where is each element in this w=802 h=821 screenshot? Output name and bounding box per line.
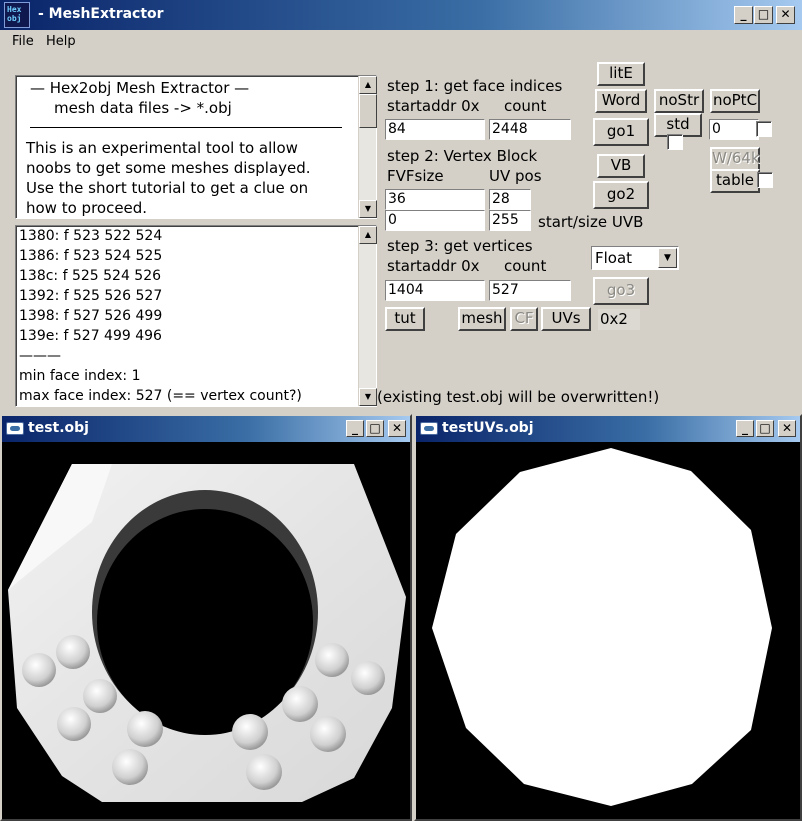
- menu-bar: File Help: [0, 30, 802, 54]
- maximize-button[interactable]: □: [754, 6, 773, 24]
- mesh-viewport[interactable]: [2, 442, 410, 819]
- scroll-up-arrow-icon[interactable]: ▲: [359, 76, 377, 94]
- intro-line: This is an experimental tool to allow: [26, 139, 298, 157]
- word-button[interactable]: Word: [595, 89, 647, 113]
- intro-scrollbar[interactable]: ▲ ▼: [358, 76, 377, 218]
- test-obj-window[interactable]: test.obj _ □ ✕: [0, 414, 412, 821]
- step3-count-label: count: [504, 257, 547, 275]
- log-separator: ———: [19, 348, 61, 364]
- step3-addr-label: startaddr 0x: [387, 257, 480, 275]
- step2-panel: step 2: Vertex Block FVFsize UV pos: [385, 146, 585, 188]
- intro-line: how to proceed.: [26, 199, 148, 217]
- step3-panel: step 3: get vertices startaddr 0x count: [385, 236, 585, 278]
- step1-count-label: count: [504, 97, 547, 115]
- intro-line: Use the short tutorial to get a clue on: [26, 179, 309, 197]
- table-checkbox[interactable]: [757, 172, 773, 188]
- mesh-button[interactable]: mesh: [458, 307, 506, 331]
- uv-polygon: [432, 448, 772, 806]
- window-title: - MeshExtractor: [38, 6, 164, 22]
- scroll-thumb[interactable]: [359, 94, 377, 128]
- log-line: 138c: f 525 524 526: [19, 268, 162, 284]
- app-icon: Hex obj: [4, 2, 30, 28]
- chevron-down-icon[interactable]: ▼: [658, 248, 677, 268]
- w64k-button[interactable]: W/64k: [710, 147, 760, 171]
- step2-fvf-label: FVFsize: [387, 167, 444, 185]
- intro-heading: — Hex2obj Mesh Extractor —: [30, 79, 250, 97]
- log-line: 1386: f 523 524 525: [19, 248, 163, 264]
- mesh-hole: [97, 509, 313, 735]
- maximize-button[interactable]: □: [366, 420, 384, 437]
- test-uvs-window[interactable]: testUVs.obj _ □ ✕: [414, 414, 802, 821]
- go1-button[interactable]: go1: [593, 118, 649, 146]
- main-title-bar[interactable]: Hex obj - MeshExtractor _ □ ✕: [0, 0, 802, 30]
- maximize-button[interactable]: □: [756, 420, 774, 437]
- test-uvs-title-bar[interactable]: testUVs.obj _ □ ✕: [416, 416, 800, 442]
- log-scrollbar[interactable]: ▲ ▼: [358, 226, 377, 406]
- uvb-size-input[interactable]: 255: [489, 210, 531, 231]
- step1-panel: step 1: get face indices startaddr 0x co…: [385, 76, 585, 118]
- table-button[interactable]: table: [710, 169, 760, 193]
- step3-title: step 3: get vertices: [387, 237, 533, 255]
- go3-button[interactable]: go3: [593, 277, 649, 305]
- minimize-button[interactable]: _: [346, 420, 364, 437]
- close-button[interactable]: ✕: [776, 6, 795, 24]
- intro-text-box[interactable]: — Hex2obj Mesh Extractor — mesh data fil…: [15, 75, 377, 219]
- step2-title: step 2: Vertex Block: [387, 147, 538, 165]
- scroll-down-arrow-icon[interactable]: ▼: [359, 200, 377, 218]
- test-obj-title-bar[interactable]: test.obj _ □ ✕: [2, 416, 410, 442]
- std-checkbox[interactable]: [667, 134, 683, 150]
- log-line: 1380: f 523 522 524: [19, 228, 163, 244]
- log-line: 1392: f 525 526 527: [19, 288, 163, 304]
- go2-button[interactable]: go2: [593, 181, 649, 209]
- uv-viewport[interactable]: [416, 442, 800, 819]
- nostr-button[interactable]: noStr: [654, 89, 704, 113]
- intro-line: noobs to get some meshes displayed.: [26, 159, 311, 177]
- cf-button[interactable]: CF: [510, 307, 538, 331]
- log-line: max face index: 527 (== vertex count?): [19, 388, 302, 404]
- step1-title: step 1: get face indices: [387, 77, 563, 95]
- menu-help[interactable]: Help: [46, 34, 76, 49]
- vb-button[interactable]: VB: [597, 154, 645, 178]
- minimize-button[interactable]: _: [736, 420, 754, 437]
- log-line: 1398: f 527 526 499: [19, 308, 163, 324]
- log-output-box[interactable]: 1380: f 523 522 524 1386: f 523 524 525 …: [15, 225, 377, 407]
- step1-count-input[interactable]: 2448: [489, 119, 571, 140]
- menu-file[interactable]: File: [12, 34, 34, 49]
- uvs-button[interactable]: UVs: [541, 307, 591, 331]
- vertex-type-select[interactable]: Float ▼: [591, 246, 679, 270]
- uvb-start-input[interactable]: 0: [385, 210, 485, 231]
- test-uvs-title: testUVs.obj: [442, 420, 534, 436]
- uvb-label: start/size UVB: [536, 212, 644, 232]
- step1-addr-input[interactable]: 84: [385, 119, 485, 140]
- scroll-down-arrow-icon[interactable]: ▼: [359, 388, 377, 406]
- ptc-input[interactable]: 0: [709, 119, 759, 140]
- ptc-checkbox[interactable]: [756, 121, 772, 137]
- close-button[interactable]: ✕: [778, 420, 796, 437]
- minimize-button[interactable]: _: [734, 6, 753, 24]
- step3-count-input[interactable]: 527: [489, 280, 571, 301]
- step1-addr-label: startaddr 0x: [387, 97, 480, 115]
- window-icon: [420, 422, 438, 435]
- window-icon: [6, 422, 24, 435]
- lite-button[interactable]: litE: [597, 62, 645, 86]
- log-line: min face index: 1: [19, 368, 141, 384]
- log-line: 139e: f 527 499 496: [19, 328, 162, 344]
- noptc-button[interactable]: noPtC: [710, 89, 760, 113]
- vertex-type-value: Float: [595, 249, 633, 267]
- step2-fvf-input[interactable]: 36: [385, 189, 485, 210]
- tut-button[interactable]: tut: [385, 307, 425, 331]
- status-text: (existing test.obj will be overwritten!): [377, 387, 677, 407]
- mesh-render: [8, 464, 406, 802]
- scroll-up-arrow-icon[interactable]: ▲: [359, 226, 377, 244]
- hex-value-label: 0x2: [598, 309, 640, 330]
- close-button[interactable]: ✕: [388, 420, 406, 437]
- intro-divider: [30, 127, 342, 128]
- test-obj-title: test.obj: [28, 420, 89, 436]
- step3-addr-input[interactable]: 1404: [385, 280, 485, 301]
- intro-subheading: mesh data files -> *.obj: [54, 99, 232, 117]
- step2-uvpos-label: UV pos: [489, 167, 542, 185]
- step2-uvpos-input[interactable]: 28: [489, 189, 531, 210]
- uv-render: [432, 448, 772, 806]
